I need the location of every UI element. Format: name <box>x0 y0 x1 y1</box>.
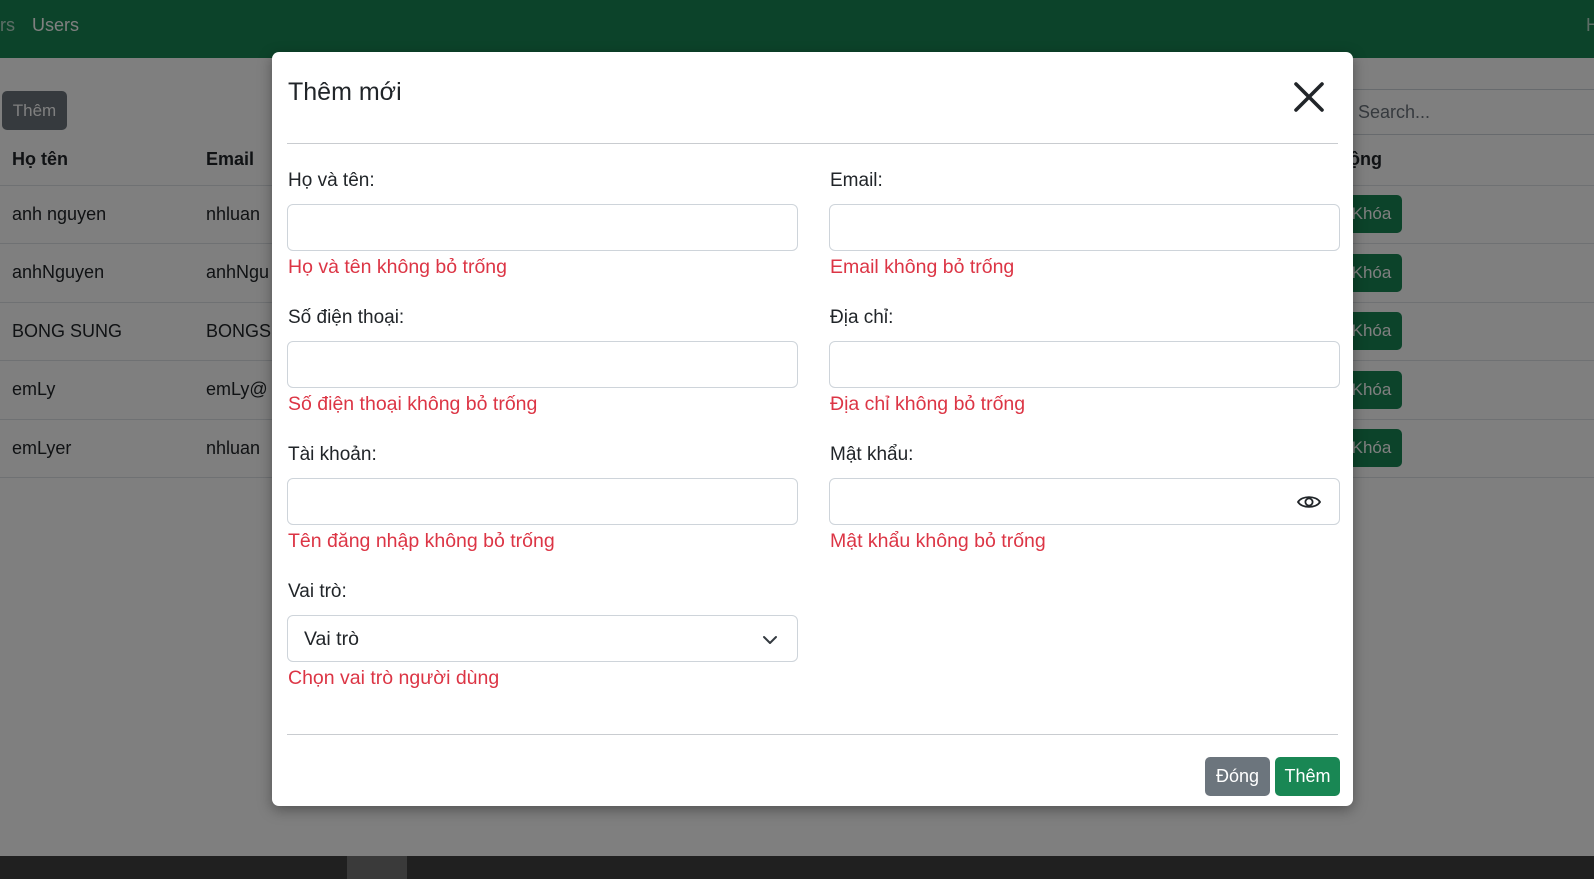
chevron-down-icon <box>762 633 778 645</box>
password-error: Mật khẩu không bỏ trống <box>830 530 1046 552</box>
email-label: Email: <box>830 170 883 191</box>
username-label: Tài khoản: <box>288 444 377 465</box>
username-error: Tên đăng nhập không bỏ trống <box>288 530 555 552</box>
os-taskbar <box>0 856 1594 879</box>
phone-input[interactable] <box>287 341 798 388</box>
modal-title: Thêm mới <box>288 78 402 106</box>
address-input[interactable] <box>829 341 1340 388</box>
close-icon[interactable] <box>1288 76 1330 118</box>
submit-add-button[interactable]: Thêm <box>1275 757 1340 796</box>
modal-footer-divider <box>287 734 1338 735</box>
add-user-modal: Thêm mới Họ và tên: Họ và tên không bỏ t… <box>272 52 1353 806</box>
role-select[interactable]: Vai trò <box>287 615 798 662</box>
phone-error: Số điện thoại không bỏ trống <box>288 393 538 415</box>
address-label: Địa chỉ: <box>830 307 894 328</box>
password-input[interactable] <box>829 478 1340 525</box>
password-label: Mật khẩu: <box>830 444 914 465</box>
address-error: Địa chỉ không bỏ trống <box>830 393 1026 415</box>
role-label: Vai trò: <box>288 581 347 602</box>
phone-label: Số điện thoại: <box>288 307 405 328</box>
eye-icon[interactable] <box>1296 493 1322 511</box>
fullname-input[interactable] <box>287 204 798 251</box>
role-select-value: Vai trò <box>304 628 359 650</box>
modal-header-divider <box>287 143 1338 144</box>
fullname-label: Họ và tên: <box>288 170 375 191</box>
email-field[interactable] <box>829 204 1340 251</box>
taskbar-app-icon[interactable] <box>347 856 407 879</box>
role-error: Chọn vai trò người dùng <box>288 667 500 689</box>
close-button[interactable]: Đóng <box>1205 757 1270 796</box>
email-error: Email không bỏ trống <box>830 256 1015 278</box>
username-input[interactable] <box>287 478 798 525</box>
fullname-error: Họ và tên không bỏ trống <box>288 256 507 278</box>
